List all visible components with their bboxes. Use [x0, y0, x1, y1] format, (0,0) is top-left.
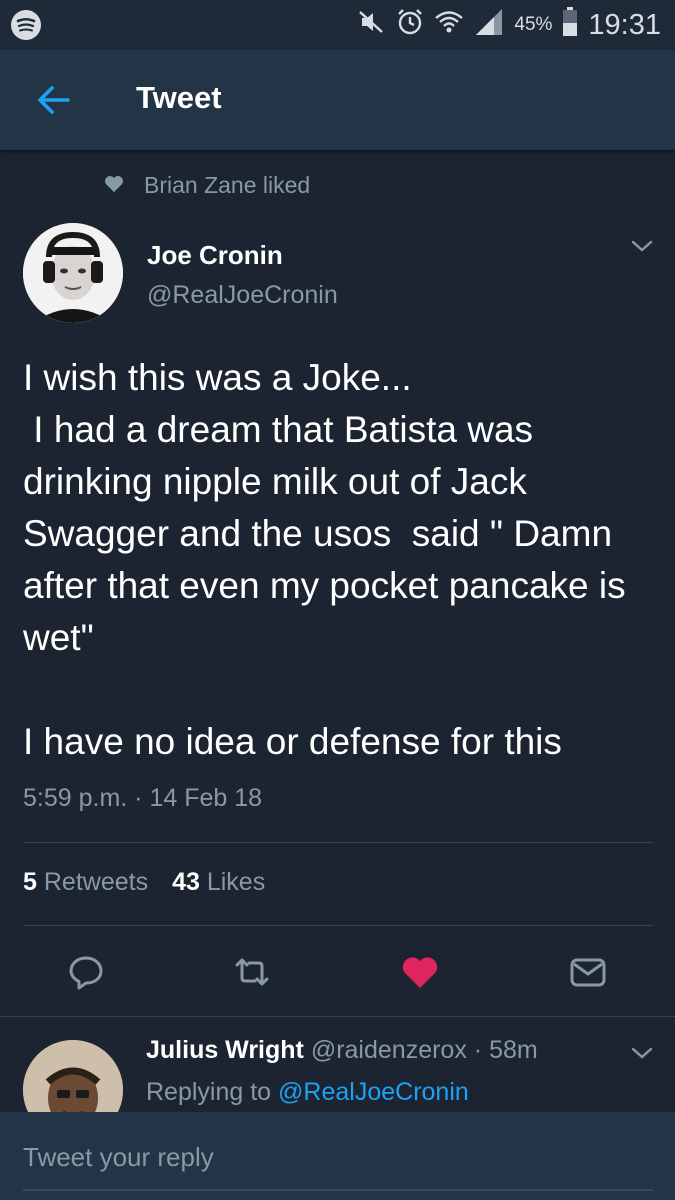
mention-link[interactable]: @RealJoeCronin [278, 1078, 469, 1106]
page-title: Tweet [136, 80, 222, 115]
signal-icon [474, 7, 504, 43]
tweet-timestamp: 5:59 p.m. · 14 Feb 18 [23, 784, 263, 812]
alarm-icon [396, 8, 424, 42]
retweet-icon[interactable] [230, 950, 274, 994]
avatar[interactable] [23, 223, 123, 323]
tweet-stats: 5 Retweets 43 Likes [23, 868, 265, 897]
likes-stat[interactable]: 43 Likes [172, 868, 265, 897]
reply-header: Julius Wright @raidenzerox · 58m [146, 1036, 538, 1065]
like-icon[interactable] [398, 950, 442, 994]
reply-icon[interactable] [64, 950, 108, 994]
author-name[interactable]: Joe Cronin [147, 240, 283, 271]
replying-label: Replying to [146, 1078, 272, 1106]
divider [23, 842, 653, 843]
replying-to: Replying to @RealJoeCronin [146, 1078, 469, 1107]
divider [23, 925, 653, 926]
status-clock: 19:31 [588, 8, 661, 41]
chevron-down-icon[interactable] [630, 1045, 654, 1066]
reply-age: · 58m [473, 1036, 538, 1064]
reply-author-name[interactable]: Julius Wright [146, 1036, 304, 1064]
reply-author-handle[interactable]: @raidenzerox [311, 1036, 467, 1064]
retweets-stat[interactable]: 5 Retweets [23, 868, 148, 897]
tweet-text: I wish this was a Joke... I had a dream … [23, 357, 626, 762]
social-context: Brian Zane liked [104, 172, 310, 199]
input-underline [23, 1189, 653, 1191]
social-context-text[interactable]: Brian Zane liked [144, 172, 310, 199]
back-arrow-icon[interactable] [32, 78, 76, 122]
message-icon[interactable] [566, 950, 610, 994]
wifi-icon [434, 8, 464, 42]
battery-percent: 45% [514, 14, 553, 35]
status-bar: 45% 19:31 [0, 0, 675, 50]
mute-icon [358, 10, 386, 40]
author-handle[interactable]: @RealJoeCronin [147, 281, 338, 310]
chevron-down-icon[interactable] [630, 238, 654, 259]
battery-icon [562, 7, 578, 43]
heart-icon [104, 172, 124, 199]
reply-compose-bar [0, 1112, 675, 1200]
spotify-icon [10, 9, 42, 46]
reply-input[interactable] [23, 1138, 651, 1176]
app-bar: Tweet [0, 50, 675, 150]
divider [0, 1016, 675, 1017]
